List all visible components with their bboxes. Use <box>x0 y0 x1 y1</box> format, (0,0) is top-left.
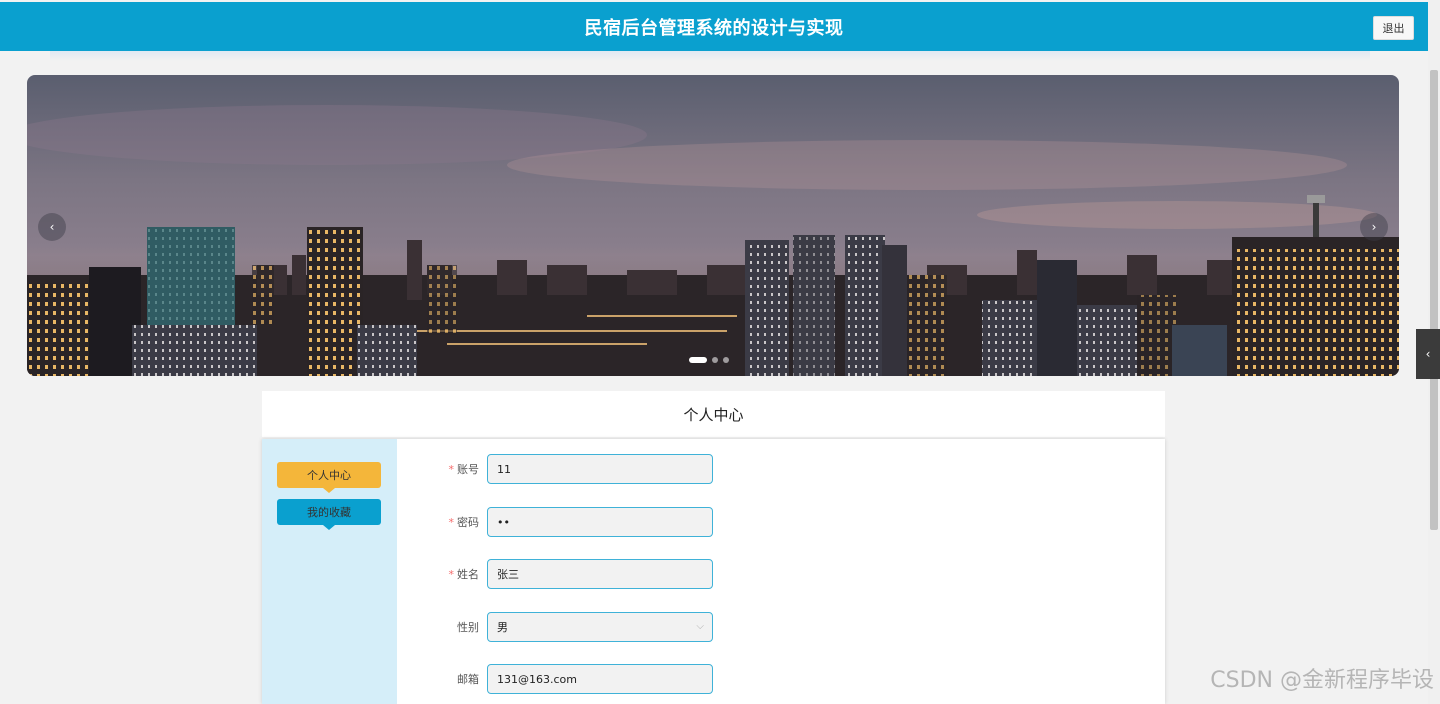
csdn-watermark: CSDN @金新程序毕设 <box>1210 668 1434 693</box>
profile-panel: 个人中心 我的收藏 * 账号 11 * 密码 •• * 姓名 张三 性别 男 ⌵ 邮箱… <box>262 439 1165 704</box>
profile-side-menu: 个人中心 我的收藏 <box>262 439 397 704</box>
form-row-email: 邮箱 131@163.com <box>397 664 797 694</box>
menu-item-personal-center[interactable]: 个人中心 <box>277 462 381 493</box>
side-panel-toggle-icon[interactable]: ‹ <box>1416 329 1440 379</box>
gender-select[interactable]: 男 ⌵ <box>487 612 713 642</box>
password-input[interactable]: •• <box>487 507 713 537</box>
form-row-gender: 性别 男 ⌵ <box>397 612 797 642</box>
banner-carousel: ‹ › <box>27 75 1399 376</box>
password-label: * 密码 <box>448 516 480 529</box>
menu-item-my-favorites[interactable]: 我的收藏 <box>277 499 381 530</box>
header-shadow <box>50 51 1370 61</box>
form-row-name: * 姓名 张三 <box>397 559 797 589</box>
carousel-indicators <box>689 357 729 363</box>
form-row-account: * 账号 11 <box>397 454 797 484</box>
logout-button[interactable]: 退出 <box>1373 16 1414 40</box>
name-input[interactable]: 张三 <box>487 559 713 589</box>
carousel-dot-active[interactable] <box>689 357 707 363</box>
city-skyline-image <box>27 75 1399 376</box>
required-mark: * <box>448 568 455 581</box>
top-header: 民宿后台管理系统的设计与实现 退出 <box>0 2 1428 51</box>
email-input[interactable]: 131@163.com <box>487 664 713 694</box>
carousel-next-icon[interactable]: › <box>1360 213 1388 241</box>
gender-label: 性别 <box>457 621 479 634</box>
carousel-dot[interactable] <box>723 357 729 363</box>
scrollbar-thumb[interactable] <box>1430 70 1438 530</box>
chevron-down-icon: ⌵ <box>696 621 704 632</box>
required-mark: * <box>448 516 455 529</box>
email-label: 邮箱 <box>457 673 479 686</box>
account-label: * 账号 <box>448 463 480 476</box>
carousel-dot[interactable] <box>712 357 718 363</box>
required-mark: * <box>448 463 455 476</box>
app-title: 民宿后台管理系统的设计与实现 <box>584 17 844 39</box>
name-label: * 姓名 <box>448 568 480 581</box>
gender-select-value: 男 <box>497 621 508 634</box>
form-row-password: * 密码 •• <box>397 507 797 537</box>
account-input[interactable]: 11 <box>487 454 713 484</box>
carousel-prev-icon[interactable]: ‹ <box>38 213 66 241</box>
page-title: 个人中心 <box>262 391 1165 437</box>
